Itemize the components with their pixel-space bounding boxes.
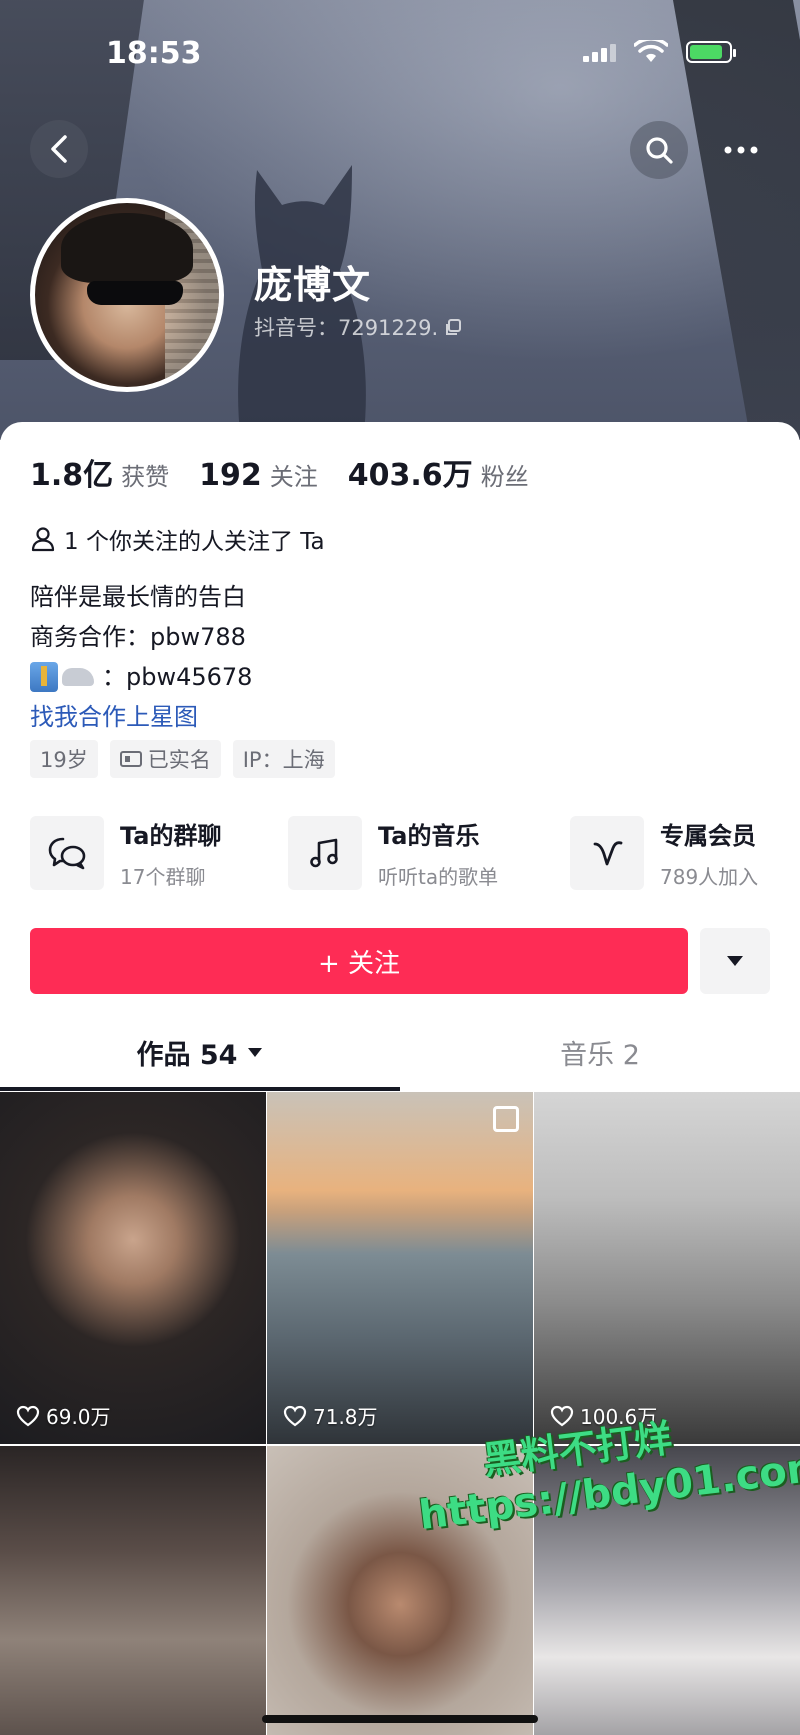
search-icon bbox=[646, 137, 673, 164]
battery-icon bbox=[686, 41, 736, 63]
content-tabs: 作品 54 音乐 2 bbox=[0, 1012, 800, 1092]
chevron-left-icon bbox=[51, 135, 67, 163]
tab-label: 作品 54 bbox=[136, 1039, 238, 1071]
tab-music[interactable]: 音乐 2 bbox=[400, 1012, 800, 1092]
feature-title: 专属会员 bbox=[660, 822, 756, 850]
stat-value: 403.6万 bbox=[347, 458, 473, 493]
back-button[interactable] bbox=[30, 120, 88, 178]
tab-label: 音乐 2 bbox=[560, 1039, 640, 1071]
likes-count: 71.8万 bbox=[313, 1405, 378, 1429]
suit-emoji-icon bbox=[30, 662, 58, 692]
feature-membership[interactable]: 专属会员 789人加入 bbox=[570, 816, 770, 890]
stat-likes[interactable]: 1.8亿 获赞 bbox=[30, 450, 169, 494]
likes-count: 69.0万 bbox=[46, 1405, 111, 1429]
search-button[interactable] bbox=[630, 121, 688, 179]
xingtu-link[interactable]: 找我合作上星图 bbox=[30, 697, 252, 737]
tag-age: 19岁 bbox=[30, 740, 98, 778]
feature-subtitle: 听听ta的歌单 bbox=[378, 865, 499, 889]
feature-row: Ta的群聊 17个群聊 Ta的音乐 听听ta的歌单 专属会员 789人加入 bbox=[30, 816, 770, 890]
bio-line: 商务合作：pbw788 bbox=[30, 623, 246, 651]
profile-tags: 19岁 已实名 IP：上海 bbox=[30, 740, 335, 778]
stat-following[interactable]: 192 关注 bbox=[199, 457, 318, 493]
member-v-icon bbox=[593, 841, 623, 866]
stat-label: 获赞 bbox=[121, 463, 170, 491]
cover-window-frame bbox=[669, 0, 800, 440]
more-dots-icon bbox=[724, 146, 758, 154]
bio-line: 陪伴是最长情的告白 bbox=[30, 583, 246, 611]
stat-value: 1.8亿 bbox=[30, 458, 114, 493]
profile-name: 庞博文 bbox=[254, 263, 372, 307]
bio-line: ：pbw45678 bbox=[30, 657, 252, 697]
stat-label: 粉丝 bbox=[480, 463, 529, 491]
copy-icon bbox=[446, 319, 462, 335]
follow-button[interactable]: + 关注 bbox=[30, 928, 688, 994]
music-note-icon bbox=[310, 838, 338, 868]
video-likes: 71.8万 bbox=[283, 1401, 378, 1430]
stat-followers[interactable]: 403.6万 粉丝 bbox=[348, 450, 529, 494]
caret-down-icon bbox=[727, 956, 743, 966]
status-time: 18:53 bbox=[106, 36, 202, 71]
stat-label: 关注 bbox=[269, 463, 318, 491]
tag-ip: IP：上海 bbox=[232, 740, 335, 778]
wifi-icon bbox=[634, 40, 668, 62]
status-icons bbox=[583, 40, 736, 64]
profile-cover: 18:53 庞博文 抖音号：7291229. bbox=[0, 0, 800, 440]
feature-group-chat[interactable]: Ta的群聊 17个群聊 bbox=[30, 816, 288, 890]
tag-text: IP：上海 bbox=[242, 748, 325, 772]
home-indicator[interactable] bbox=[262, 1715, 538, 1723]
mutual-follow[interactable]: 1 个你关注的人关注了 Ta bbox=[30, 522, 325, 556]
tag-text: 已实名 bbox=[147, 748, 211, 772]
profile-stats: 1.8亿 获赞 192 关注 403.6万 粉丝 bbox=[30, 450, 559, 494]
person-icon bbox=[31, 527, 55, 552]
video-thumbnail[interactable]: 100.6万 bbox=[534, 1092, 800, 1444]
heart-icon bbox=[283, 1405, 307, 1426]
tab-works[interactable]: 作品 54 bbox=[0, 1012, 400, 1092]
mutual-follow-text: 1 个你关注的人关注了 Ta bbox=[64, 529, 325, 555]
feature-subtitle: 17个群聊 bbox=[120, 865, 206, 889]
feature-subtitle: 789人加入 bbox=[660, 865, 759, 889]
heart-icon bbox=[16, 1405, 40, 1426]
more-options-button[interactable] bbox=[712, 121, 770, 179]
video-likes: 69.0万 bbox=[16, 1401, 111, 1430]
bio: 陪伴是最长情的告白 商务合作：pbw788 ：pbw45678 找我合作上星图 bbox=[30, 577, 252, 737]
image-set-icon bbox=[493, 1106, 519, 1132]
tag-text: 19岁 bbox=[40, 748, 88, 772]
feature-title: Ta的群聊 bbox=[120, 822, 222, 850]
cellular-signal-icon bbox=[583, 42, 616, 62]
feature-title: Ta的音乐 bbox=[378, 822, 480, 850]
caret-down-icon bbox=[248, 1047, 263, 1057]
id-card-icon bbox=[119, 751, 142, 767]
video-thumbnail[interactable]: 69.0万 bbox=[0, 1092, 266, 1444]
douyin-id-text: 抖音号：7291229. bbox=[254, 316, 439, 340]
active-tab-indicator bbox=[0, 1087, 400, 1091]
video-thumbnail[interactable]: 71.8万 bbox=[267, 1092, 533, 1444]
douyin-id[interactable]: 抖音号：7291229. bbox=[254, 312, 462, 342]
bio-contact: ：pbw45678 bbox=[102, 663, 253, 691]
feature-music[interactable]: Ta的音乐 听听ta的歌单 bbox=[288, 816, 570, 890]
avatar[interactable] bbox=[30, 198, 224, 392]
shoe-emoji-icon bbox=[62, 668, 94, 686]
chat-bubbles-icon bbox=[48, 837, 86, 870]
tag-verified[interactable]: 已实名 bbox=[109, 740, 221, 778]
video-thumbnail[interactable] bbox=[0, 1446, 266, 1735]
recommend-dropdown-button[interactable] bbox=[700, 928, 770, 994]
stat-value: 192 bbox=[199, 458, 262, 493]
